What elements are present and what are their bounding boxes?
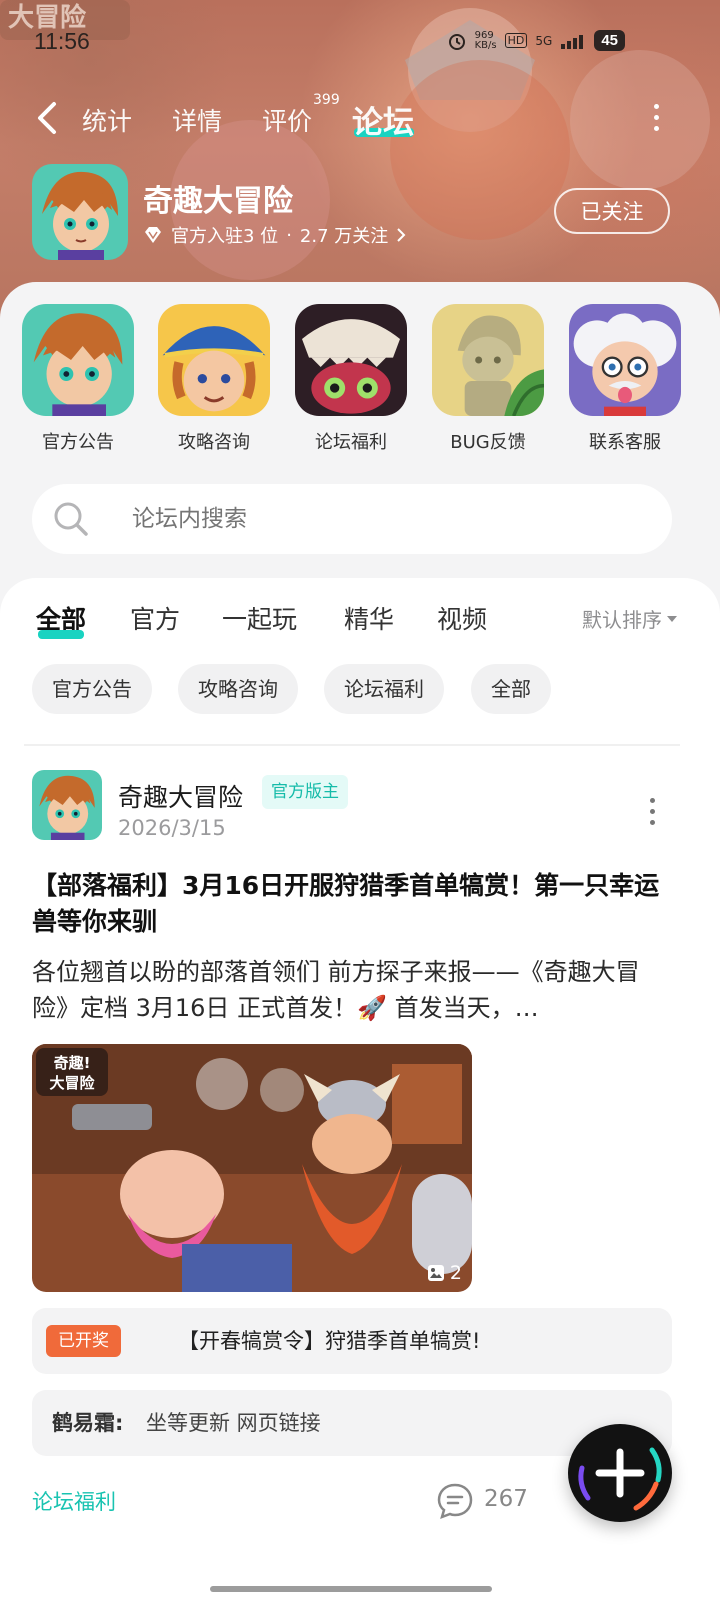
post-category-tag[interactable]: 论坛福利 xyxy=(32,1486,116,1516)
tab-details[interactable]: 详情 xyxy=(172,102,222,138)
back-arrow-icon[interactable] xyxy=(32,98,62,138)
diamond-icon xyxy=(145,227,161,243)
tab-reviews[interactable]: 评价 xyxy=(262,102,312,138)
quick-link-label: 攻略咨询 xyxy=(178,432,250,453)
post-author-name[interactable]: 奇趣大冒险 xyxy=(118,778,243,814)
boy-avatar-icon xyxy=(32,164,128,260)
comment-text: 坐等更新 网页链接 xyxy=(146,1411,321,1435)
tab-stats[interactable]: 统计 xyxy=(82,102,132,138)
follower-count: 2.7 万关注 xyxy=(299,226,389,247)
post-date: 2026/3/15 xyxy=(118,816,226,840)
more-options-icon[interactable] xyxy=(654,104,662,137)
boy-avatar-icon xyxy=(32,770,102,840)
comment-count: 267 xyxy=(484,1486,528,1512)
network-label: 5G xyxy=(535,33,553,48)
prize-card[interactable]: 已开奖 【开春犒赏令】狩猎季首单犒赏! xyxy=(32,1308,672,1374)
feed-tab-official[interactable]: 官方 xyxy=(130,600,180,636)
professor-icon xyxy=(569,304,681,416)
top-navigation: 统计 详情 评价 399 论坛 xyxy=(0,88,720,148)
follow-button[interactable]: 已关注 xyxy=(554,188,670,234)
filter-chip-guides[interactable]: 攻略咨询 xyxy=(178,664,298,714)
dino-skull-icon xyxy=(295,304,407,416)
quick-link-benefits[interactable]: 论坛福利 xyxy=(295,304,407,454)
search-icon xyxy=(54,502,88,536)
pirate-avatar-icon xyxy=(158,304,270,416)
home-indicator xyxy=(210,1586,492,1592)
filter-chip-all[interactable]: 全部 xyxy=(471,664,551,714)
filter-chip-benefits[interactable]: 论坛福利 xyxy=(324,664,444,714)
sort-label: 默认排序 xyxy=(582,608,662,632)
quick-link-announcement[interactable]: 官方公告 xyxy=(22,304,134,454)
quick-link-label: 论坛福利 xyxy=(315,432,387,453)
reviews-count-badge: 399 xyxy=(313,92,340,108)
header-banner: 大冒险 11:56 969 KB/s HD 5G 45 统计 详情 评价 399… xyxy=(0,0,720,320)
dwarf-artwork-image: 奇趣! 大冒险 xyxy=(32,1044,472,1292)
game-avatar[interactable] xyxy=(32,164,128,260)
post-more-icon[interactable] xyxy=(650,798,656,831)
quick-link-label: 联系客服 xyxy=(589,432,661,453)
image-count-value: 2 xyxy=(449,1262,462,1284)
boy-avatar-icon xyxy=(22,304,134,416)
status-bar: 11:56 969 KB/s HD 5G 45 xyxy=(0,22,720,62)
quick-links: 官方公告 攻略咨询 论坛福利 BUG反馈 联系客服 xyxy=(0,304,720,464)
feed-tab-featured[interactable]: 精华 xyxy=(344,600,394,636)
meta-separator: · xyxy=(286,224,292,246)
chevron-right-icon xyxy=(397,228,406,242)
tab-forum[interactable]: 论坛 xyxy=(352,97,414,142)
official-rank: 官方入驻3 位 xyxy=(171,226,279,247)
quick-link-label: BUG反馈 xyxy=(450,432,526,453)
sort-dropdown[interactable]: 默认排序 xyxy=(582,604,678,633)
moderator-badge: 官方版主 xyxy=(262,775,348,809)
game-title: 奇趣大冒险 xyxy=(143,184,293,219)
battery-indicator: 45 xyxy=(594,30,625,51)
post-image[interactable]: 奇趣! 大冒险 2 xyxy=(32,1044,472,1292)
feed-tab-video[interactable]: 视频 xyxy=(437,600,487,636)
prize-status-badge: 已开奖 xyxy=(46,1325,121,1357)
feed-tab-underline xyxy=(38,630,84,639)
comment-icon[interactable] xyxy=(436,1482,474,1520)
game-meta[interactable]: 官方入驻3 位 · 2.7 万关注 xyxy=(143,222,406,248)
comment-author: 鹤易霜: xyxy=(52,1411,124,1435)
quick-link-label: 官方公告 xyxy=(42,432,114,453)
status-time: 11:56 xyxy=(34,28,90,54)
svg-text:奇趣!: 奇趣! xyxy=(54,1054,91,1072)
statue-icon xyxy=(432,304,544,416)
net-speed: 969 KB/s xyxy=(474,29,497,51)
svg-text:大冒险: 大冒险 xyxy=(49,1074,95,1092)
image-count: 2 xyxy=(427,1262,462,1284)
plus-icon xyxy=(578,1447,662,1511)
feed-divider xyxy=(24,744,680,746)
search-input[interactable] xyxy=(132,484,652,554)
quick-link-bug-report[interactable]: BUG反馈 xyxy=(432,304,544,454)
caret-down-icon xyxy=(667,615,677,622)
feed-tab-play-together[interactable]: 一起玩 xyxy=(222,600,297,636)
quick-link-guides[interactable]: 攻略咨询 xyxy=(158,304,270,454)
prize-title: 【开春犒赏令】狩猎季首单犒赏! xyxy=(178,1329,481,1353)
alarm-icon xyxy=(448,33,465,50)
forum-search-bar[interactable] xyxy=(32,484,672,554)
quick-link-support[interactable]: 联系客服 xyxy=(569,304,681,454)
post-body[interactable]: 各位翘首以盼的部落首领们 前方探子来报——《奇趣大冒险》定档 3月16日 正式首… xyxy=(32,954,672,1026)
status-icons: 969 KB/s HD 5G 45 xyxy=(447,30,625,51)
hd-icon: HD xyxy=(504,33,528,48)
post-author-avatar[interactable] xyxy=(32,770,102,840)
create-post-button[interactable] xyxy=(568,1424,672,1522)
post-title[interactable]: 【部落福利】3月16日开服狩猎季首单犒赏！第一只幸运兽等你来驯 xyxy=(32,868,672,940)
filter-chip-announcement[interactable]: 官方公告 xyxy=(32,664,152,714)
gallery-icon xyxy=(427,1265,444,1281)
signal-icon xyxy=(561,34,584,49)
game-info: 奇趣大冒险 官方入驻3 位 · 2.7 万关注 已关注 xyxy=(0,162,720,262)
